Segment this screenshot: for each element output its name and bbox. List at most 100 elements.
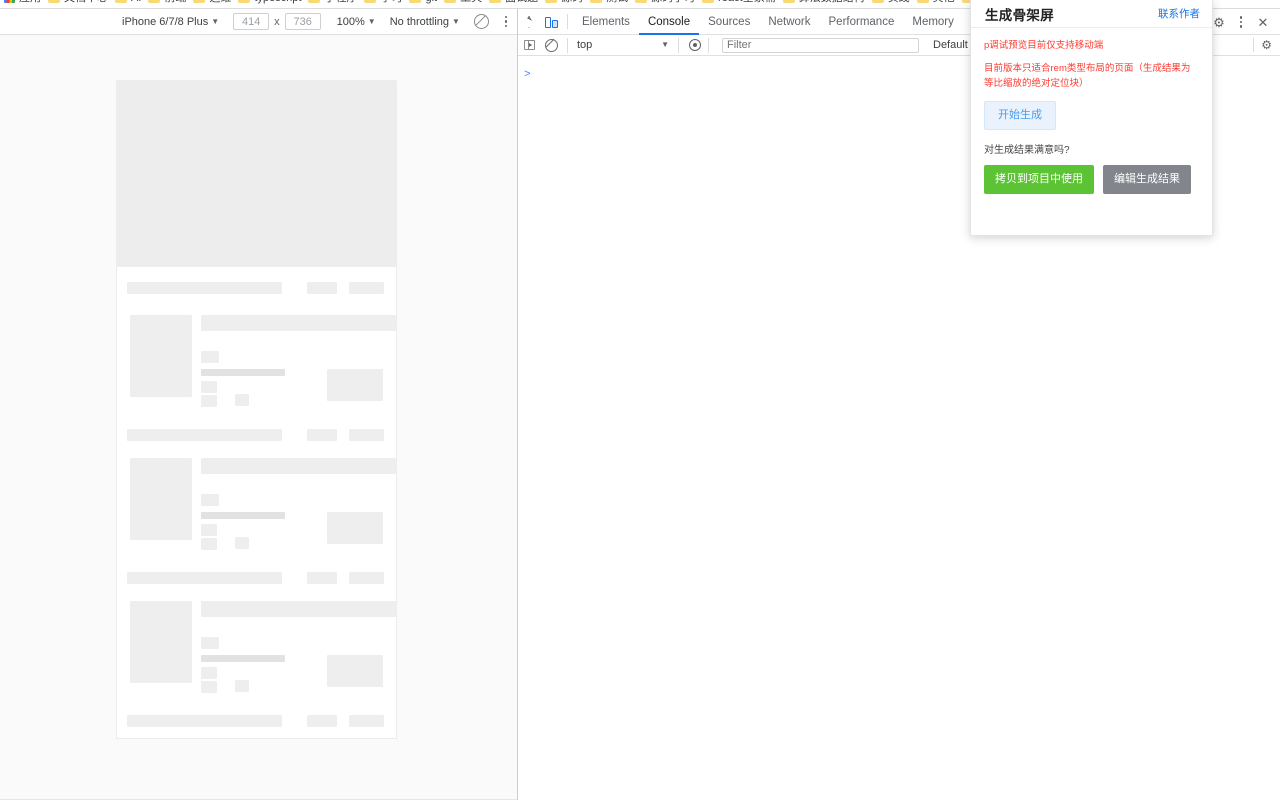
bookmark-item[interactable]: react全家桶 bbox=[700, 0, 780, 9]
warning-text-2: 目前版本只适合rem类型布局的页面（生成结果为等比缩放的绝对定位块） bbox=[984, 61, 1199, 91]
bookmark-item[interactable]: 工具 bbox=[442, 0, 487, 9]
skeleton-block-card3-aside bbox=[327, 655, 383, 687]
bookmark-label: 实践 bbox=[888, 0, 910, 9]
bookmark-label: 运维 bbox=[209, 0, 231, 9]
skeleton-block-card2-chip2 bbox=[201, 524, 217, 536]
toggle-device-toolbar-icon[interactable] bbox=[540, 11, 562, 33]
zoom-selector[interactable]: 100% ▼ bbox=[337, 16, 376, 28]
folder-icon bbox=[193, 0, 205, 3]
start-generate-button[interactable]: 开始生成 bbox=[984, 101, 1056, 130]
bookmark-item[interactable]: 其他 bbox=[915, 0, 960, 9]
skeleton-block-tag-b bbox=[349, 282, 384, 294]
skeleton-block-card3-chip3 bbox=[201, 681, 217, 693]
page-viewport-pane: iPhone 6/7/8 Plus ▼ 414 x 736 100% ▼ No … bbox=[0, 9, 518, 800]
tab-sources[interactable]: Sources bbox=[699, 9, 759, 35]
throttling-selector[interactable]: No throttling ▼ bbox=[390, 16, 460, 28]
bookmark-item[interactable]: 小程序 bbox=[306, 0, 362, 9]
bookmark-item[interactable]: 实践 bbox=[870, 0, 915, 9]
folder-icon bbox=[635, 0, 647, 3]
tab-console[interactable]: Console bbox=[639, 9, 699, 35]
bookmark-label: react全家桶 bbox=[718, 0, 775, 9]
console-filter-input[interactable] bbox=[722, 38, 919, 53]
popup-header: 生成骨架屏 联系作者 bbox=[971, 0, 1212, 28]
filterbar-divider-3 bbox=[708, 38, 709, 53]
skeleton-block-card3-line bbox=[201, 655, 285, 662]
skeleton-block-card3-chip2 bbox=[201, 667, 217, 679]
bookmark-item[interactable]: AI bbox=[113, 0, 146, 9]
skeleton-block-sep2-tag-b bbox=[349, 572, 384, 584]
contact-author-link[interactable]: 联系作者 bbox=[1158, 6, 1200, 21]
bookmark-item[interactable]: 源码学习 bbox=[633, 0, 700, 9]
device-selector-label: iPhone 6/7/8 Plus bbox=[122, 16, 208, 28]
skeleton-block-card1-head bbox=[201, 315, 396, 331]
bookmark-item[interactable]: 面试题 bbox=[487, 0, 543, 9]
skeleton-block-sep1-tag-a bbox=[307, 429, 337, 441]
chevron-down-icon: ▼ bbox=[452, 18, 460, 26]
viewport-height-input[interactable]: 736 bbox=[285, 13, 321, 30]
skeleton-block-card1-chip2 bbox=[201, 381, 217, 393]
dimension-separator: x bbox=[274, 16, 280, 28]
skeleton-block-sep2-bar bbox=[127, 572, 282, 584]
bookmark-item[interactable]: 应用 bbox=[2, 0, 46, 9]
viewport-width-input[interactable]: 414 bbox=[233, 13, 269, 30]
folder-icon bbox=[545, 0, 557, 3]
folder-icon bbox=[148, 0, 160, 3]
copy-to-project-button[interactable]: 拷贝到项目中使用 bbox=[984, 165, 1094, 194]
device-stage bbox=[0, 35, 517, 800]
filterbar-divider-2 bbox=[678, 38, 679, 53]
skeleton-block-title-bar bbox=[127, 282, 282, 294]
chevron-down-icon: ▼ bbox=[661, 41, 669, 49]
viewport-height-value: 736 bbox=[293, 16, 311, 28]
inspect-element-icon[interactable] bbox=[518, 11, 540, 33]
throttling-label: No throttling bbox=[390, 16, 449, 28]
folder-icon bbox=[489, 0, 501, 3]
popup-body: p调试预览目前仅支持移动端 目前版本只适合rem类型布局的页面（生成结果为等比缩… bbox=[971, 28, 1212, 194]
console-context-selector[interactable]: top ▼ bbox=[577, 39, 673, 51]
bookmark-label: 算法数据结构 bbox=[799, 0, 865, 9]
clear-console-icon[interactable] bbox=[540, 34, 562, 56]
bookmark-label: 应用 bbox=[19, 0, 41, 9]
edit-result-button[interactable]: 编辑生成结果 bbox=[1103, 165, 1191, 194]
tab-memory[interactable]: Memory bbox=[903, 9, 963, 35]
live-expression-icon[interactable] bbox=[684, 34, 706, 56]
chevron-down-icon: ▼ bbox=[211, 18, 219, 26]
device-toolbar-menu-icon[interactable] bbox=[505, 16, 508, 28]
folder-icon bbox=[590, 0, 602, 3]
skeleton-block-card1-thumb bbox=[130, 315, 192, 397]
skeleton-block-sep3-tag-a bbox=[307, 715, 337, 727]
tab-network[interactable]: Network bbox=[759, 9, 819, 35]
bookmark-label: 前端 bbox=[164, 0, 186, 9]
bookmark-label: typescript bbox=[254, 0, 301, 9]
bookmark-item[interactable]: git bbox=[407, 0, 442, 9]
bookmark-item[interactable]: 算法数据结构 bbox=[781, 0, 870, 9]
bookmark-label: 源码 bbox=[561, 0, 583, 9]
bookmark-item[interactable]: 测试 bbox=[588, 0, 633, 9]
console-sidebar-icon[interactable] bbox=[518, 34, 540, 56]
devtools-menu-icon[interactable] bbox=[1230, 11, 1252, 33]
zoom-level-label: 100% bbox=[337, 16, 365, 28]
bookmark-label: 测试 bbox=[606, 0, 628, 9]
close-devtools-icon[interactable]: ✕ bbox=[1252, 11, 1274, 33]
skeleton-block-card1-chip3 bbox=[201, 395, 217, 407]
no-throttling-icon[interactable] bbox=[474, 14, 489, 29]
skeleton-block-card2-chip3 bbox=[201, 538, 217, 550]
device-mode-toolbar: iPhone 6/7/8 Plus ▼ 414 x 736 100% ▼ No … bbox=[0, 9, 517, 35]
tab-performance[interactable]: Performance bbox=[820, 9, 904, 35]
skeleton-block-card3-chip4 bbox=[235, 680, 249, 692]
console-settings-gear-icon[interactable]: ⚙ bbox=[1261, 38, 1272, 52]
skeleton-block-card1-line bbox=[201, 369, 285, 376]
bookmark-item[interactable]: 前端 bbox=[146, 0, 191, 9]
bookmark-item[interactable]: 文档中心 bbox=[46, 0, 113, 9]
filterbar-divider bbox=[567, 38, 568, 53]
popup-title: 生成骨架屏 bbox=[985, 4, 1054, 24]
tab-elements[interactable]: Elements bbox=[573, 9, 639, 35]
skeleton-block-sep1-tag-b bbox=[349, 429, 384, 441]
bookmark-label: 工具 bbox=[460, 0, 482, 9]
bookmark-item[interactable]: 运维 bbox=[191, 0, 236, 9]
bookmark-item[interactable]: typescript bbox=[236, 0, 306, 9]
bookmark-item[interactable]: 源码 bbox=[543, 0, 588, 9]
skeleton-block-sep2-tag-a bbox=[307, 572, 337, 584]
popup-action-buttons: 拷贝到项目中使用 编辑生成结果 bbox=[984, 165, 1199, 194]
device-selector[interactable]: iPhone 6/7/8 Plus ▼ bbox=[122, 16, 219, 28]
bookmark-item[interactable]: 学习 bbox=[362, 0, 407, 9]
